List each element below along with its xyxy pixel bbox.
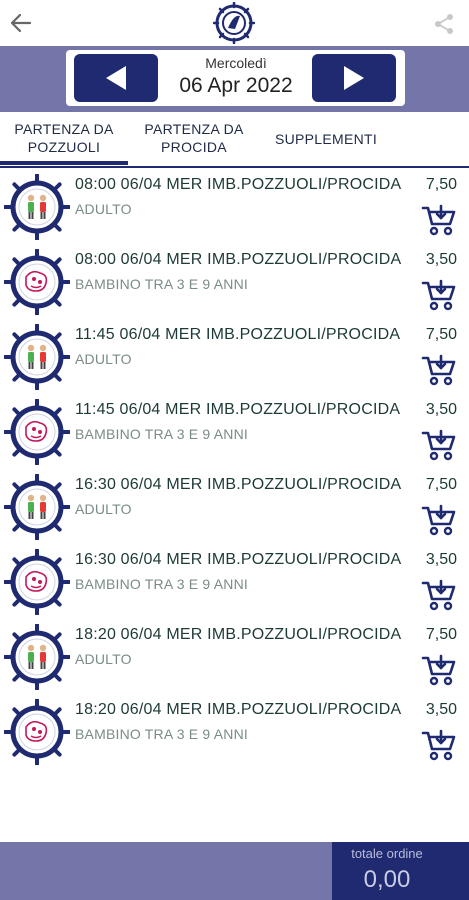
ferry-company-logo — [213, 2, 255, 44]
day-name: Mercoledì — [205, 55, 267, 71]
child-ticket-icon — [4, 699, 70, 765]
ticket-price: 3,50 — [425, 701, 457, 718]
tab-label-line1: PARTENZA DA — [144, 121, 244, 137]
tab-partenza-da-pozzuoli[interactable]: PARTENZA DA POZZUOLI — [2, 120, 126, 156]
app-bar — [0, 0, 469, 46]
share-icon[interactable] — [432, 12, 456, 36]
adult-ticket-icon — [4, 324, 70, 390]
ticket-title: 16:30 06/04 MER IMB.POZZUOLI/PROCIDA — [75, 476, 402, 493]
child-ticket-icon — [4, 399, 70, 465]
add-to-cart-icon[interactable] — [421, 204, 457, 236]
ticket-title: 08:00 06/04 MER IMB.POZZUOLI/PROCIDA — [75, 176, 402, 193]
ticket-row[interactable]: 16:30 06/04 MER IMB.POZZUOLI/PROCIDA ADU… — [0, 470, 469, 545]
ticket-row[interactable]: 08:00 06/04 MER IMB.POZZUOLI/PROCIDA ADU… — [0, 170, 469, 245]
ticket-row[interactable]: 08:00 06/04 MER IMB.POZZUOLI/PROCIDA BAM… — [0, 245, 469, 320]
add-to-cart-icon[interactable] — [421, 729, 457, 761]
tab-label-line2: PROCIDA — [161, 139, 227, 155]
add-to-cart-icon[interactable] — [421, 279, 457, 311]
ticket-price: 3,50 — [425, 551, 457, 568]
ticket-row[interactable]: 18:20 06/04 MER IMB.POZZUOLI/PROCIDA BAM… — [0, 695, 469, 770]
ticket-type: ADULTO — [75, 201, 132, 217]
adult-ticket-icon — [4, 174, 70, 240]
add-to-cart-icon[interactable] — [421, 504, 457, 536]
add-to-cart-icon[interactable] — [421, 579, 457, 611]
add-to-cart-icon[interactable] — [421, 654, 457, 686]
tab-partenza-da-procida[interactable]: PARTENZA DA PROCIDA — [130, 120, 258, 156]
ticket-title: 11:45 06/04 MER IMB.POZZUOLI/PROCIDA — [75, 326, 401, 343]
ticket-row[interactable]: 18:20 06/04 MER IMB.POZZUOLI/PROCIDA ADU… — [0, 620, 469, 695]
ticket-price: 3,50 — [425, 251, 457, 268]
triangle-right-icon — [344, 66, 364, 90]
ticket-price: 7,50 — [425, 326, 457, 343]
ticket-type: ADULTO — [75, 501, 132, 517]
tab-label-line2: POZZUOLI — [27, 139, 101, 155]
arrow-left-icon[interactable] — [8, 10, 34, 36]
order-total-box[interactable]: totale ordine 0,00 — [332, 842, 469, 900]
selected-date: 06 Apr 2022 — [179, 74, 293, 97]
ticket-type: ADULTO — [75, 351, 132, 367]
ticket-price: 7,50 — [425, 176, 457, 193]
ticket-price: 3,50 — [425, 401, 457, 418]
child-ticket-icon — [4, 549, 70, 615]
ticket-type: BAMBINO TRA 3 E 9 ANNI — [75, 576, 248, 592]
ticket-type: BAMBINO TRA 3 E 9 ANNI — [75, 426, 248, 442]
ticket-type: BAMBINO TRA 3 E 9 ANNI — [75, 726, 248, 742]
tab-label-line1: SUPPLEMENTI — [274, 131, 378, 147]
order-total-label: totale ordine — [351, 846, 423, 861]
add-to-cart-icon[interactable] — [421, 354, 457, 386]
triangle-left-icon — [106, 66, 126, 90]
ticket-title: 11:45 06/04 MER IMB.POZZUOLI/PROCIDA — [75, 401, 401, 418]
child-ticket-icon — [4, 249, 70, 315]
ticket-row[interactable]: 16:30 06/04 MER IMB.POZZUOLI/PROCIDA BAM… — [0, 545, 469, 620]
adult-ticket-icon — [4, 474, 70, 540]
date-selector: Mercoledì 06 Apr 2022 — [66, 50, 405, 106]
ticket-title: 16:30 06/04 MER IMB.POZZUOLI/PROCIDA — [75, 551, 402, 568]
ticket-type: BAMBINO TRA 3 E 9 ANNI — [75, 276, 248, 292]
next-day-button[interactable] — [312, 54, 396, 102]
tab-label-line1: PARTENZA DA — [14, 121, 114, 137]
ticket-row[interactable]: 11:45 06/04 MER IMB.POZZUOLI/PROCIDA ADU… — [0, 320, 469, 395]
add-to-cart-icon[interactable] — [421, 429, 457, 461]
ticket-price: 7,50 — [425, 476, 457, 493]
ticket-row[interactable]: 11:45 06/04 MER IMB.POZZUOLI/PROCIDA BAM… — [0, 395, 469, 470]
tab-supplementi[interactable]: SUPPLEMENTI — [262, 130, 390, 148]
order-footer: totale ordine 0,00 — [0, 842, 469, 900]
ticket-price: 7,50 — [425, 626, 457, 643]
previous-day-button[interactable] — [74, 54, 158, 102]
ticket-title: 18:20 06/04 MER IMB.POZZUOLI/PROCIDA — [75, 626, 402, 643]
ticket-title: 18:20 06/04 MER IMB.POZZUOLI/PROCIDA — [75, 701, 402, 718]
order-total-value: 0,00 — [363, 866, 411, 893]
date-navigator-bar: Mercoledì 06 Apr 2022 — [0, 46, 469, 112]
ticket-type: ADULTO — [75, 651, 132, 667]
selected-tab-indicator — [0, 161, 128, 165]
ticket-title: 08:00 06/04 MER IMB.POZZUOLI/PROCIDA — [75, 251, 402, 268]
adult-ticket-icon — [4, 624, 70, 690]
tab-bar: PARTENZA DA POZZUOLI PARTENZA DA PROCIDA… — [0, 112, 469, 168]
